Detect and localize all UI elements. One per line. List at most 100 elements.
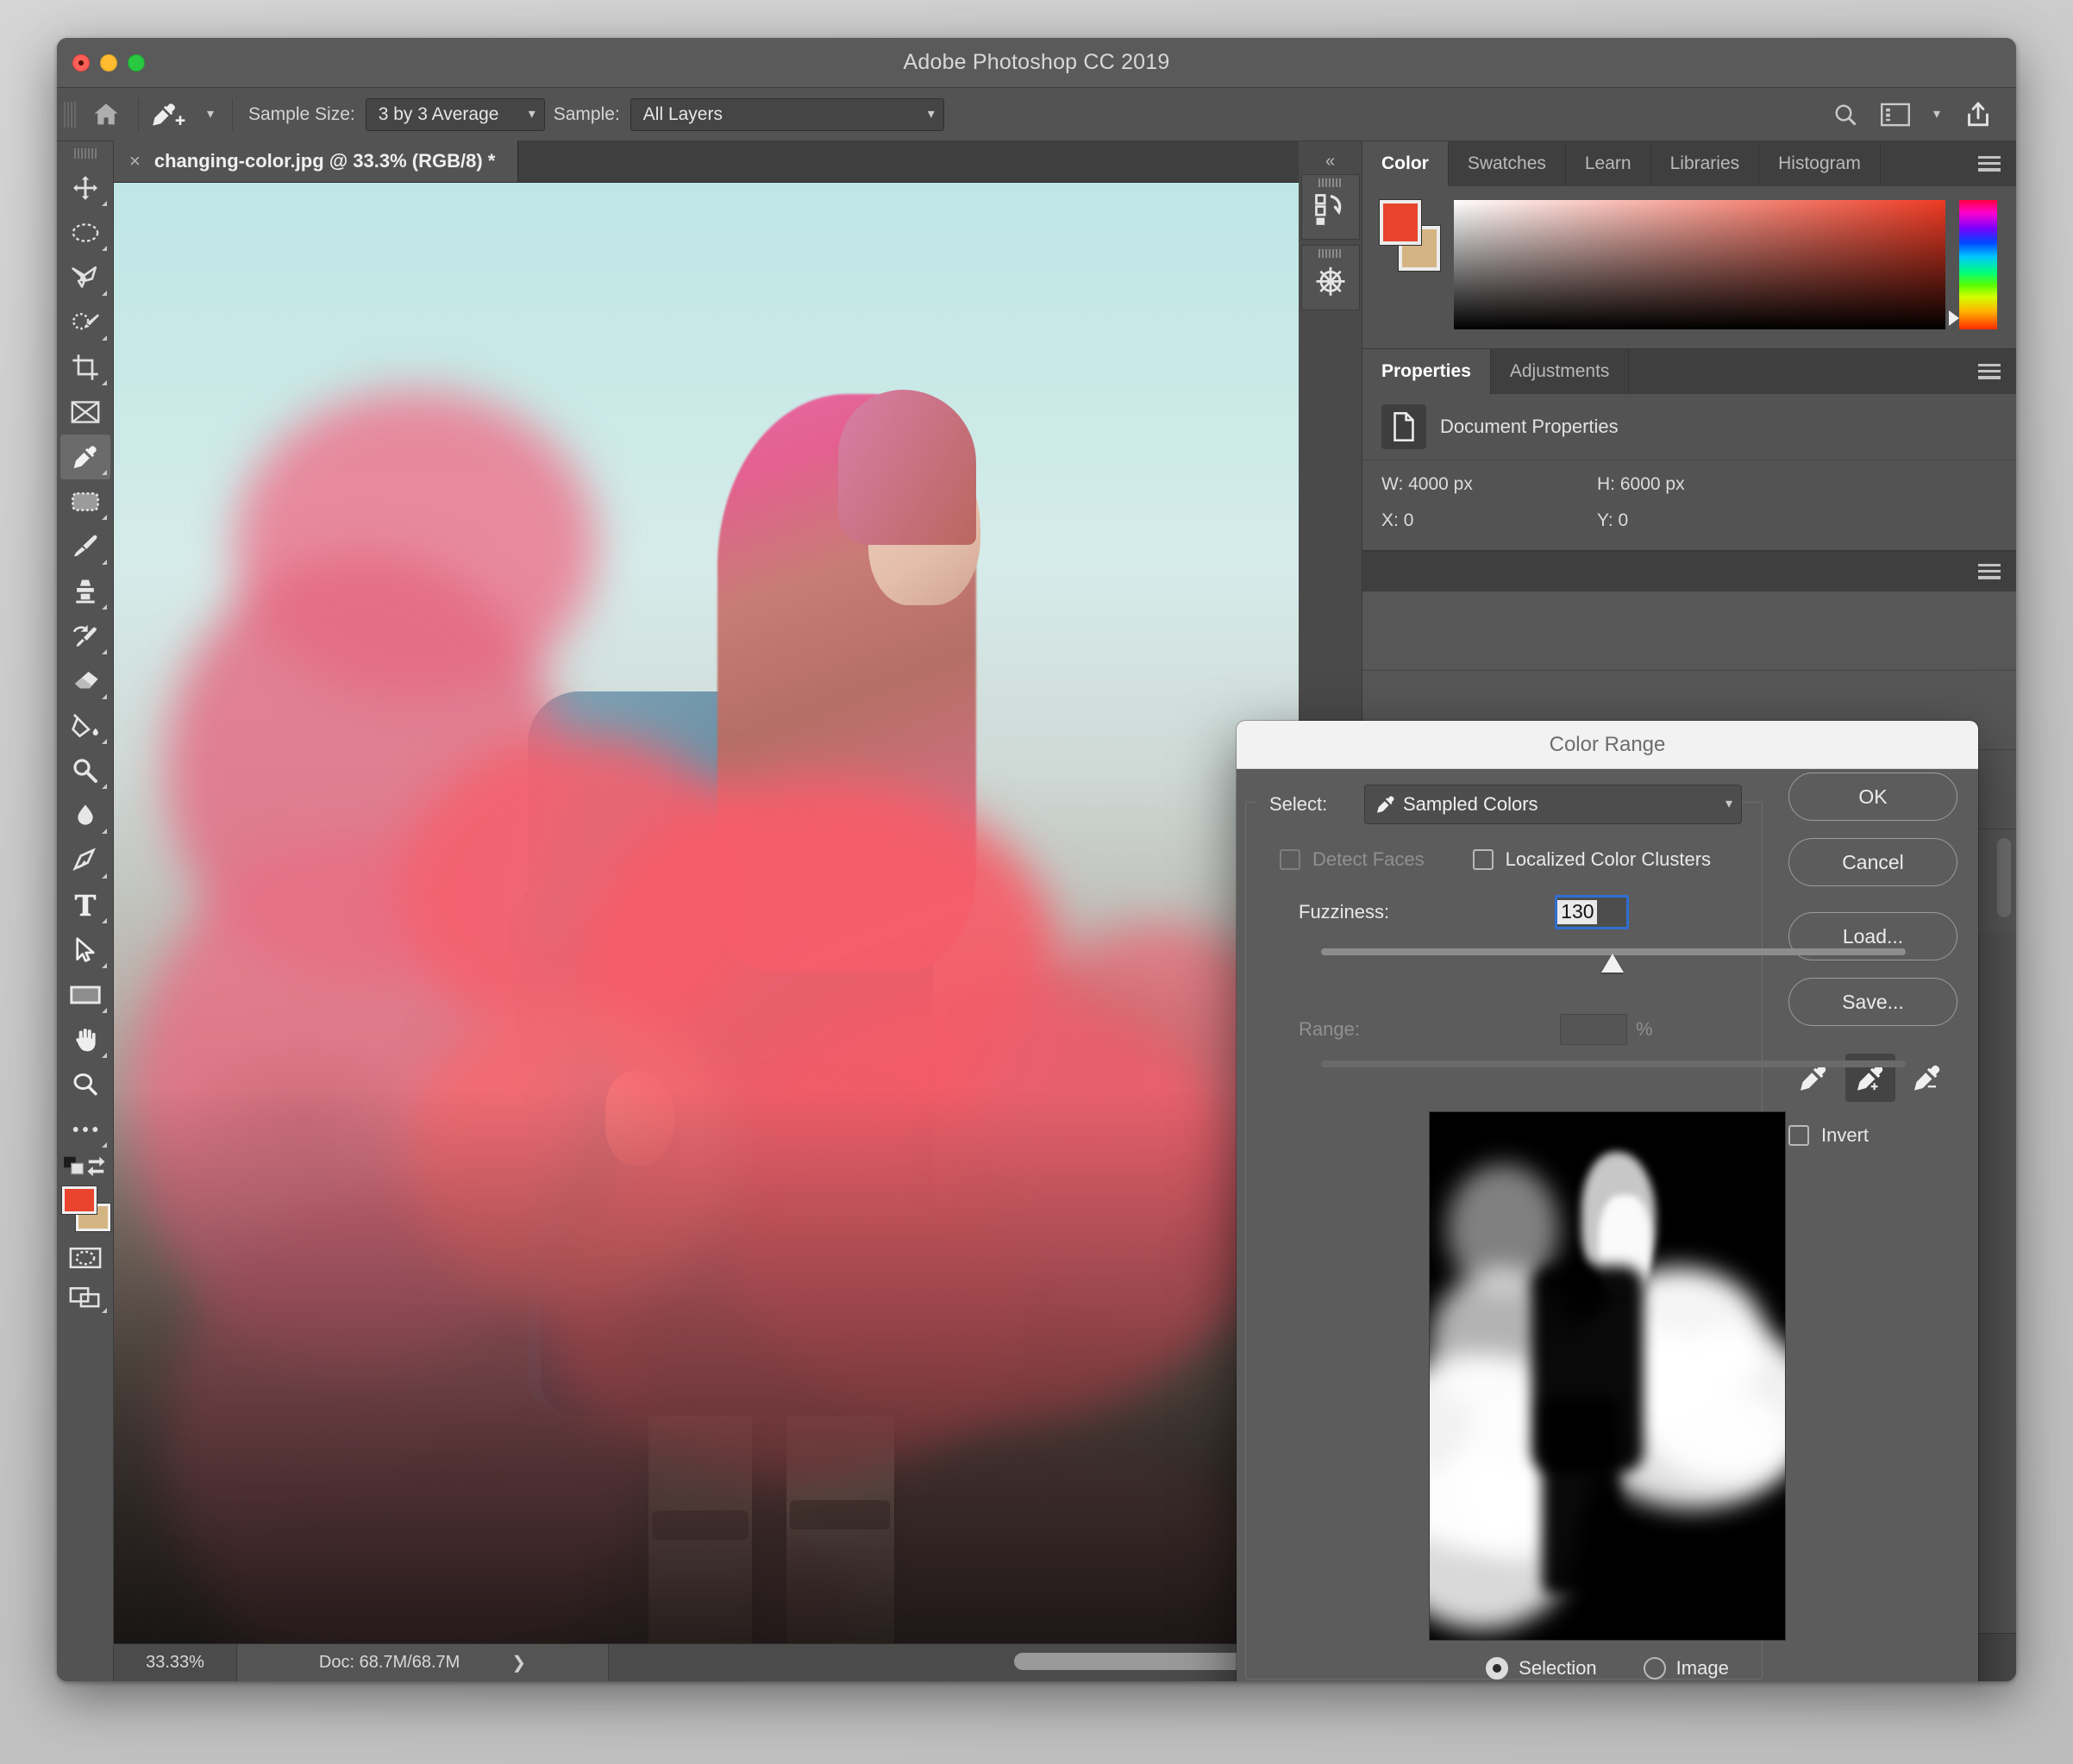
detect-faces-label: Detect Faces — [1312, 848, 1425, 870]
document-properties-label: Document Properties — [1440, 416, 1619, 437]
color-panel-swatches[interactable] — [1380, 200, 1440, 271]
tab-swatches[interactable]: Swatches — [1449, 141, 1566, 186]
sample-select[interactable]: All Layers ▾ — [629, 97, 944, 131]
hand-tool[interactable] — [60, 1017, 110, 1062]
hue-slider[interactable] — [1949, 200, 1997, 329]
frame-tool[interactable] — [60, 390, 110, 435]
blur-tool[interactable] — [60, 793, 110, 838]
fuzziness-slider-thumb[interactable] — [1601, 954, 1625, 973]
home-icon[interactable] — [81, 93, 131, 136]
invert-checkbox[interactable] — [1788, 1125, 1809, 1146]
workspace-chevron-down-icon[interactable]: ▾ — [1925, 94, 1949, 135]
edit-toolbar-button[interactable] — [60, 1107, 110, 1152]
tab-label: Learn — [1584, 153, 1631, 173]
eyedropper-subtract-button[interactable] — [1902, 1054, 1952, 1102]
tools-panel-grip[interactable] — [73, 148, 97, 159]
color-panel-foreground-swatch[interactable] — [1380, 200, 1421, 245]
zoom-level[interactable]: 33.33% — [114, 1653, 236, 1673]
tab-color[interactable]: Color — [1362, 141, 1449, 186]
brush-tool[interactable] — [60, 524, 110, 569]
vertical-scrollbar-thumb[interactable] — [1997, 838, 2011, 917]
preview-mode-selection[interactable]: Selection — [1486, 1657, 1597, 1680]
sample-size-select[interactable]: 3 by 3 Average ▾ — [365, 97, 545, 131]
workspace-icon[interactable] — [1875, 94, 1916, 135]
color-panel-body — [1362, 186, 2016, 348]
tab-learn[interactable]: Learn — [1566, 141, 1651, 186]
type-tool[interactable] — [60, 883, 110, 928]
search-icon[interactable] — [1825, 94, 1866, 135]
canvas-column: × changing-color.jpg @ 33.3% (RGB/8) * 3… — [114, 141, 1299, 1681]
tab-properties[interactable]: Properties — [1362, 349, 1491, 394]
document-tab[interactable]: × changing-color.jpg @ 33.3% (RGB/8) * — [114, 141, 519, 182]
patch-tool[interactable] — [60, 479, 110, 524]
move-tool[interactable] — [60, 166, 110, 210]
selection-radio[interactable] — [1486, 1657, 1509, 1680]
tool-expand-triangle-icon — [101, 515, 107, 520]
panel-menu-icon[interactable] — [1963, 349, 2016, 394]
invert-row[interactable]: Invert — [1788, 1124, 1978, 1147]
status-expand-icon[interactable]: ❯ — [511, 1652, 526, 1673]
eyedropper-tool[interactable] — [59, 435, 110, 479]
quick-mask-icon[interactable] — [60, 1238, 110, 1278]
tab-histogram[interactable]: Histogram — [1759, 141, 1881, 186]
foreground-color-swatch[interactable] — [61, 1186, 97, 1214]
history-panel-icon[interactable] — [1300, 174, 1360, 240]
tool-preset-chevron-down-icon[interactable]: ▾ — [196, 93, 225, 136]
zoom-tool[interactable] — [60, 1062, 110, 1107]
quick-selection-tool[interactable] — [60, 300, 110, 345]
sample-value: All Layers — [642, 103, 723, 124]
fuzziness-slider[interactable] — [1321, 941, 1906, 973]
pen-tool[interactable] — [60, 838, 110, 883]
horizontal-scrollbar[interactable] — [609, 1644, 1299, 1682]
eyedropper-icon[interactable] — [146, 93, 196, 136]
eraser-tool[interactable] — [60, 659, 110, 704]
canvas-area[interactable] — [114, 183, 1299, 1643]
select-dropdown[interactable]: Sampled Colors ▾ — [1364, 785, 1742, 824]
horizontal-scrollbar-thumb[interactable] — [1014, 1652, 1273, 1670]
tool-expand-triangle-icon — [101, 784, 107, 789]
color-swatches[interactable] — [60, 1185, 110, 1238]
tab-libraries[interactable]: Libraries — [1651, 141, 1760, 186]
color-picker-field[interactable] — [1454, 200, 1978, 329]
document-info[interactable]: Doc: 68.7M/68.7M ❯ — [237, 1643, 608, 1681]
panel-menu-icon[interactable] — [1963, 141, 2016, 186]
clone-stamp-tool[interactable] — [60, 569, 110, 614]
options-bar-grip[interactable] — [64, 101, 76, 128]
tabrow-filler — [1881, 141, 1963, 186]
minimize-window-button[interactable] — [100, 53, 117, 72]
share-icon[interactable] — [1957, 94, 1999, 135]
close-window-button[interactable] — [72, 53, 90, 72]
tab-label: Color — [1381, 153, 1429, 173]
swap-colors-icon[interactable] — [85, 1156, 107, 1177]
history-brush-tool[interactable] — [60, 614, 110, 659]
color-range-dialog[interactable]: Color Range Select: Sampled Colors ▾ Det… — [1237, 721, 1978, 1681]
preview-mode-image[interactable]: Image — [1643, 1657, 1729, 1680]
crop-tool[interactable] — [60, 345, 110, 390]
collapse-panels-button[interactable]: « — [1299, 148, 1362, 174]
layer-row[interactable] — [1362, 591, 2016, 671]
dodge-tool[interactable] — [60, 748, 110, 793]
default-colors-icon[interactable] — [63, 1156, 85, 1177]
close-document-icon[interactable]: × — [129, 152, 141, 171]
actions-panel-icon[interactable] — [1300, 245, 1360, 310]
preview-mode-row: Selection Image — [1257, 1657, 1957, 1680]
rectangle-tool[interactable] — [60, 973, 110, 1017]
tab-adjustments[interactable]: Adjustments — [1491, 349, 1630, 394]
detect-faces-checkbox[interactable] — [1280, 849, 1300, 870]
maximize-window-button[interactable] — [128, 53, 145, 72]
selection-preview-thumbnail[interactable] — [1430, 1112, 1785, 1640]
elliptical-marquee-tool[interactable] — [60, 210, 110, 255]
hue-slider-thumb[interactable] — [1949, 310, 1959, 326]
screen-mode-icon[interactable] — [60, 1278, 110, 1317]
localized-color-clusters-checkbox[interactable] — [1472, 849, 1494, 870]
range-unit: % — [1635, 1018, 1653, 1040]
lasso-tool[interactable] — [60, 255, 110, 300]
path-selection-tool[interactable] — [60, 928, 110, 973]
document-image[interactable] — [114, 183, 1299, 1643]
dialog-body: Select: Sampled Colors ▾ Detect Faces Lo… — [1237, 769, 1978, 1680]
image-radio[interactable] — [1643, 1657, 1666, 1680]
property-x: X: 0 — [1381, 510, 1414, 530]
paint-bucket-tool[interactable] — [60, 704, 110, 748]
fuzziness-input[interactable]: 130 — [1555, 895, 1630, 929]
panel-menu-icon[interactable] — [1963, 564, 2016, 579]
